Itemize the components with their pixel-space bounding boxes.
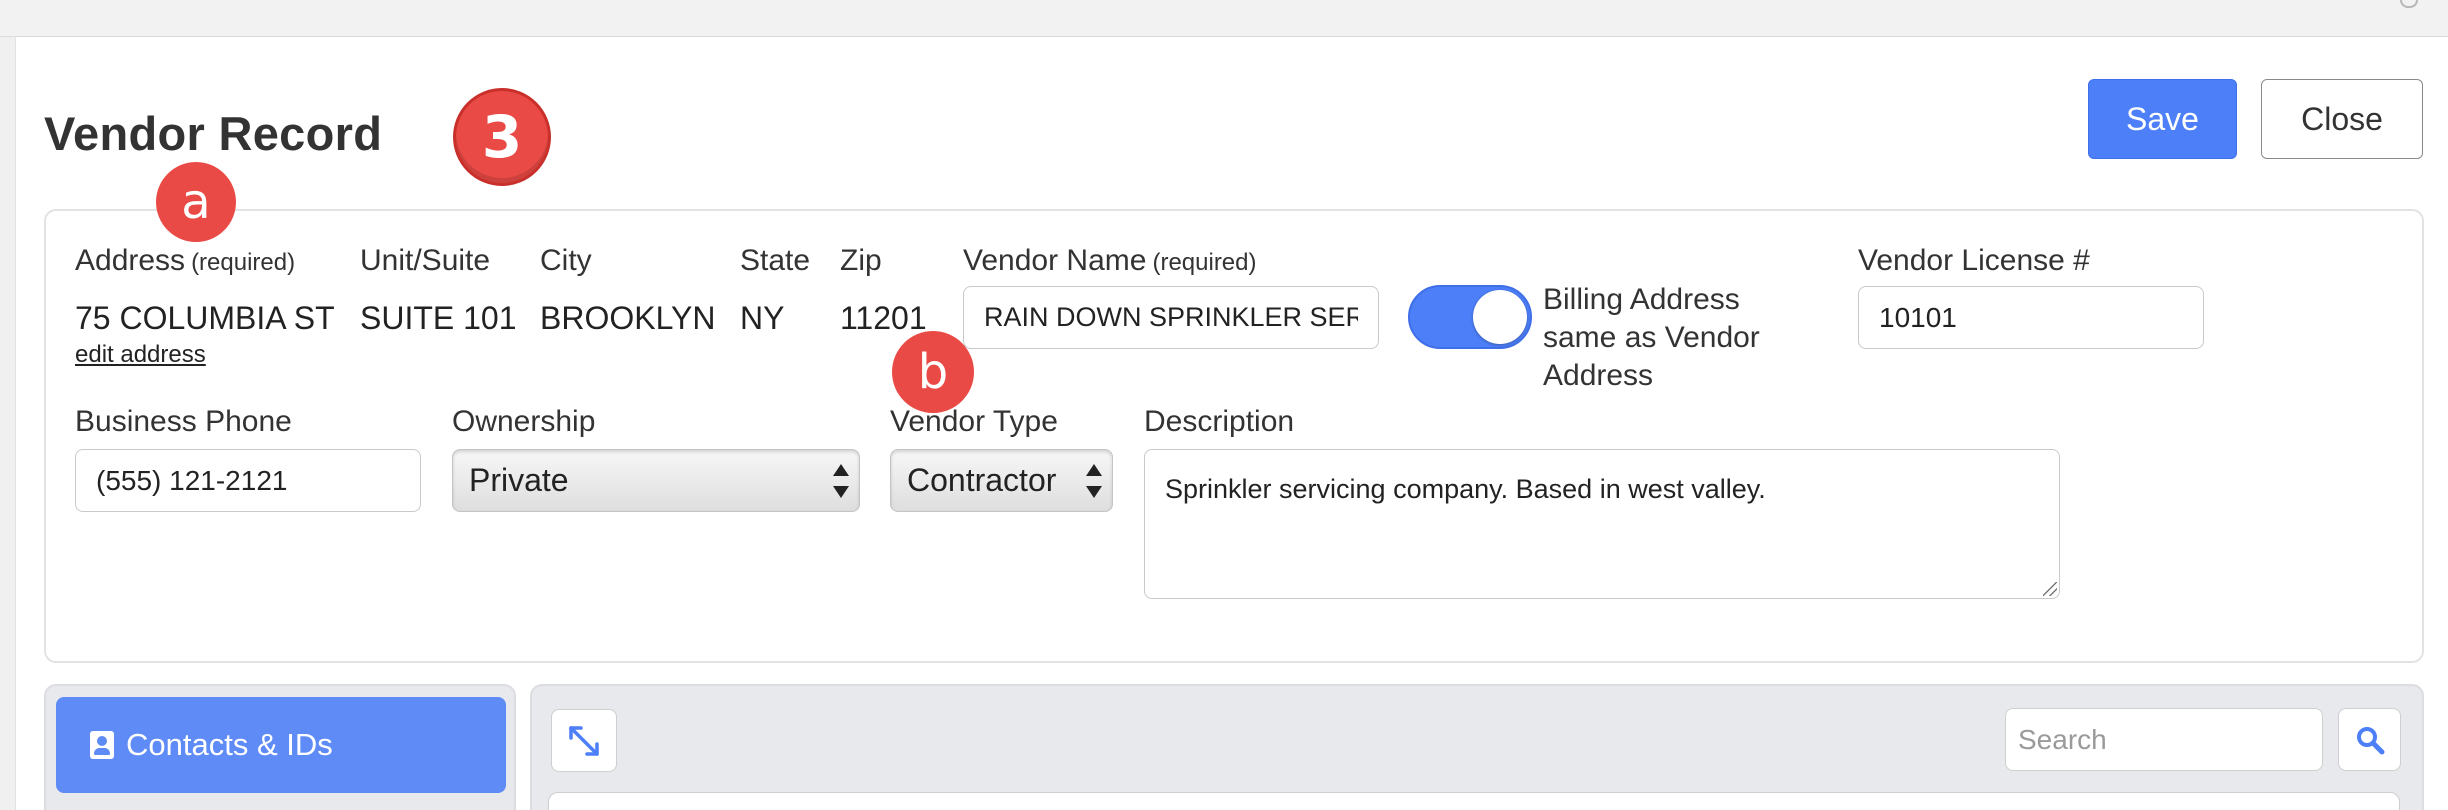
marker-b-badge: b (892, 331, 974, 413)
expand-button[interactable] (551, 709, 617, 772)
ownership-selected: Private (469, 462, 569, 498)
state-label: State (740, 244, 811, 277)
search-button[interactable] (2338, 708, 2401, 771)
tab-contacts-label: Contacts & IDs (126, 727, 333, 762)
city-label: City (540, 244, 592, 277)
city-value: BROOKLYN (540, 300, 716, 336)
top-bar (0, 0, 2448, 37)
description-label: Description (1144, 405, 1295, 438)
zip-value: 11201 (840, 300, 927, 336)
vendor-name-label: Vendor Name (required) (963, 244, 1257, 277)
select-arrows-icon (1086, 462, 1102, 500)
ownership-label: Ownership (452, 405, 596, 438)
corner-glyph (2400, 0, 2418, 8)
magnifier-icon (2356, 726, 2384, 754)
inner-content-panel (548, 792, 2400, 810)
expand-arrows-icon (569, 725, 599, 756)
edit-address-link[interactable]: edit address (75, 341, 206, 369)
unit-suite-value: SUITE 101 (360, 300, 517, 336)
state-value: NY (740, 300, 785, 336)
toggle-knob (1473, 290, 1527, 344)
address-value: 75 COLUMBIA ST (75, 300, 335, 336)
unit-suite-label: Unit/Suite (360, 244, 491, 277)
left-rail (0, 37, 16, 810)
vendor-license-label: Vendor License # (1858, 244, 2090, 277)
business-phone-label: Business Phone (75, 405, 292, 438)
tab-contacts-ids[interactable]: Contacts & IDs (56, 697, 506, 793)
vendor-type-selected: Contractor (907, 462, 1057, 498)
contact-card-icon (90, 731, 114, 759)
business-phone-input[interactable] (75, 449, 421, 512)
save-button[interactable]: Save (2088, 79, 2237, 159)
vendor-type-select[interactable]: Contractor (890, 449, 1113, 512)
billing-address-toggle-label: Billing Address same as Vendor Address (1543, 283, 1760, 392)
close-button[interactable]: Close (2261, 79, 2423, 159)
zip-label: Zip (840, 244, 882, 277)
vendor-license-input[interactable] (1858, 286, 2204, 349)
address-label: Address (required) (75, 244, 296, 277)
marker-a-badge: a (156, 162, 236, 242)
step-badge: 3 (453, 88, 551, 186)
search-input[interactable] (2005, 708, 2323, 771)
page-title: Vendor Record (44, 107, 383, 160)
billing-address-toggle[interactable] (1408, 285, 1532, 349)
vendor-name-input[interactable] (963, 286, 1379, 349)
vendor-type-label: Vendor Type (890, 405, 1058, 438)
description-textarea[interactable]: Sprinkler servicing company. Based in we… (1144, 449, 2060, 599)
ownership-select[interactable]: Private (452, 449, 860, 512)
select-arrows-icon (833, 462, 849, 500)
resize-grip-icon[interactable] (2043, 582, 2057, 596)
